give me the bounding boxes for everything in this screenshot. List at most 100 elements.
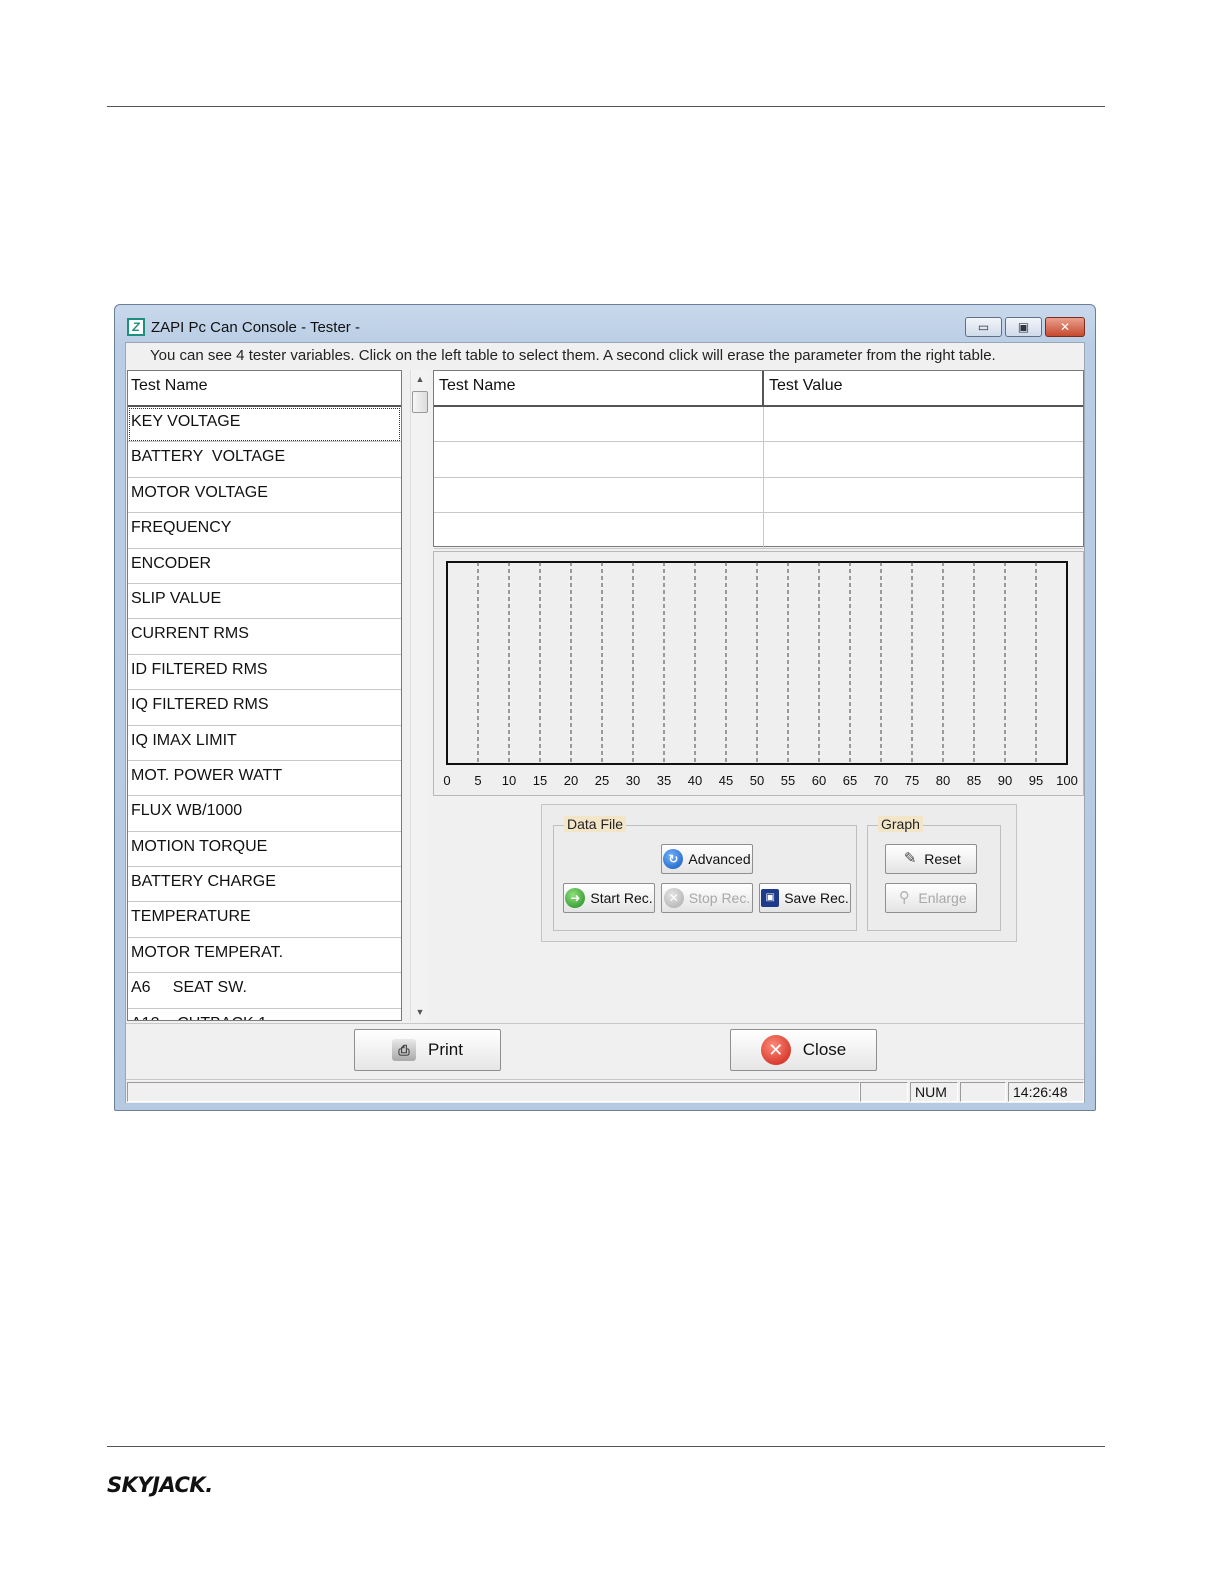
eraser-icon: ✎ bbox=[903, 850, 917, 867]
x-tick-label: 20 bbox=[564, 773, 578, 788]
title-bar[interactable]: Z ZAPI Pc Can Console - Tester - ▭ ▣ ✕ bbox=[115, 305, 1095, 345]
x-tick-label: 65 bbox=[843, 773, 857, 788]
list-item[interactable]: ENCODER bbox=[128, 549, 401, 584]
data-file-legend: Data File bbox=[564, 816, 627, 832]
close-button[interactable]: ✕ Close bbox=[730, 1029, 877, 1071]
list-item[interactable]: IQ FILTERED RMS bbox=[128, 690, 401, 726]
list-item[interactable]: MOTION TORQUE bbox=[128, 832, 401, 868]
refresh-icon: ↻ bbox=[663, 849, 684, 869]
x-tick-label: 25 bbox=[595, 773, 609, 788]
zapi-app-icon: Z bbox=[127, 318, 145, 336]
selected-variables-table[interactable]: Test Name Test Value bbox=[433, 370, 1084, 549]
print-button[interactable]: ⎙ Print bbox=[354, 1029, 501, 1071]
x-tick-label: 35 bbox=[657, 773, 671, 788]
table-row[interactable] bbox=[434, 477, 1083, 514]
data-file-group: Data File ↻ Advanced ➜ Start Rec. ✕ Stop… bbox=[553, 816, 857, 931]
x-tick-label: 55 bbox=[781, 773, 795, 788]
x-tick-label: 40 bbox=[688, 773, 702, 788]
col-test-name: Test Name bbox=[434, 371, 764, 405]
table-row[interactable] bbox=[434, 513, 1083, 549]
client-area: You can see 4 tester variables. Click on… bbox=[125, 342, 1085, 1103]
tester-graph: 0 5 10 15 20 25 30 35 40 45 50 55 60 65 70 75 80 85 90 95 10… bbox=[443, 561, 1078, 788]
list-item[interactable]: ID FILTERED RMS bbox=[128, 655, 401, 691]
x-tick-label: 80 bbox=[936, 773, 950, 788]
table-row[interactable] bbox=[434, 442, 1083, 478]
list-item[interactable]: BATTERY VOLTAGE bbox=[128, 442, 401, 478]
table-row[interactable] bbox=[434, 407, 1083, 443]
x-tick-label: 15 bbox=[533, 773, 547, 788]
enlarge-button[interactable]: ⚲ Enlarge bbox=[885, 883, 977, 913]
stop-x-icon: ✕ bbox=[663, 888, 684, 908]
list-item[interactable]: A12 CUTBACK 1 bbox=[128, 1009, 401, 1020]
left-table-rows: KEY VOLTAGE BATTERY VOLTAGE MOTOR VOLTAGE F… bbox=[128, 407, 401, 1020]
x-tick-label: 85 bbox=[967, 773, 981, 788]
advanced-label: Advanced bbox=[688, 851, 751, 867]
cell-test-name bbox=[434, 513, 764, 548]
scroll-down-arrow-icon[interactable]: ▼ bbox=[411, 1003, 429, 1021]
left-table-scrollbar[interactable]: ▲ ▼ bbox=[410, 370, 428, 1021]
x-tick-label: 100 bbox=[1056, 773, 1078, 788]
x-tick-label: 5 bbox=[474, 773, 481, 788]
status-num: NUM bbox=[910, 1082, 958, 1102]
header-rule bbox=[107, 106, 1105, 107]
x-tick-label: 45 bbox=[719, 773, 733, 788]
list-item[interactable]: BATTERY CHARGE bbox=[128, 867, 401, 903]
window-title: ZAPI Pc Can Console - Tester - bbox=[151, 319, 360, 336]
stop-rec-label: Stop Rec. bbox=[688, 890, 751, 906]
list-item[interactable]: TEMPERATURE bbox=[128, 902, 401, 938]
start-rec-label: Start Rec. bbox=[590, 890, 653, 906]
status-cell-caps bbox=[860, 1082, 908, 1102]
status-clock: 14:26:48 bbox=[1008, 1082, 1084, 1102]
scroll-thumb[interactable] bbox=[412, 391, 428, 413]
list-item[interactable]: SLIP VALUE bbox=[128, 584, 401, 620]
window-close-button[interactable]: ✕ bbox=[1045, 317, 1085, 337]
print-label: Print bbox=[428, 1040, 463, 1059]
col-test-value: Test Value bbox=[769, 377, 843, 394]
floppy-disk-icon: ▣ bbox=[761, 889, 780, 907]
graph-panel: 0 5 10 15 20 25 30 35 40 45 50 55 60 65 70 75 80 85 90 95 10… bbox=[433, 551, 1084, 796]
list-item[interactable]: MOTOR VOLTAGE bbox=[128, 478, 401, 514]
x-tick-label: 70 bbox=[874, 773, 888, 788]
reset-button[interactable]: ✎ Reset bbox=[885, 844, 977, 874]
test-variable-list[interactable]: Test Name KEY VOLTAGE BATTERY VOLTAGE MOTO… bbox=[127, 370, 402, 1021]
x-tick-label: 30 bbox=[626, 773, 640, 788]
status-bar: NUM 14:26:48 bbox=[126, 1079, 1084, 1103]
enlarge-label: Enlarge bbox=[918, 890, 967, 906]
list-item[interactable]: A6 SEAT SW. bbox=[128, 973, 401, 1009]
list-item[interactable]: FLUX WB/1000 bbox=[128, 796, 401, 832]
close-label: Close bbox=[802, 1040, 847, 1059]
graph-legend: Graph bbox=[878, 816, 923, 832]
status-message bbox=[127, 1082, 860, 1102]
list-item[interactable]: KEY VOLTAGE bbox=[128, 407, 401, 443]
x-tick-label: 0 bbox=[443, 773, 450, 788]
maximize-button[interactable]: ▣ bbox=[1005, 317, 1042, 337]
x-tick-label: 10 bbox=[502, 773, 516, 788]
cell-test-name bbox=[434, 407, 764, 442]
list-item[interactable]: MOT. POWER WATT bbox=[128, 761, 401, 797]
graph-group: Graph ✎ Reset ⚲ Enlarge bbox=[867, 816, 1001, 931]
cell-test-name bbox=[434, 477, 764, 513]
list-item[interactable]: CURRENT RMS bbox=[128, 619, 401, 655]
footer-rule bbox=[107, 1446, 1105, 1447]
control-panel: Data File ↻ Advanced ➜ Start Rec. ✕ Stop… bbox=[541, 804, 1017, 942]
status-cell-scroll bbox=[960, 1082, 1006, 1102]
right-table-header: Test Name Test Value bbox=[434, 371, 1083, 407]
cell-test-name bbox=[434, 442, 764, 477]
scroll-up-arrow-icon[interactable]: ▲ bbox=[411, 370, 429, 388]
minimize-button[interactable]: ▭ bbox=[965, 317, 1002, 337]
start-rec-button[interactable]: ➜ Start Rec. bbox=[563, 883, 655, 913]
list-item[interactable]: MOTOR TEMPERAT. bbox=[128, 938, 401, 974]
printer-icon: ⎙ bbox=[392, 1039, 417, 1061]
reset-label: Reset bbox=[924, 851, 961, 867]
list-item[interactable]: IQ IMAX LIMIT bbox=[128, 726, 401, 761]
list-item[interactable]: FREQUENCY bbox=[128, 513, 401, 549]
bottom-divider bbox=[126, 1023, 1084, 1024]
stop-rec-button[interactable]: ✕ Stop Rec. bbox=[661, 883, 753, 913]
tester-window: Z ZAPI Pc Can Console - Tester - ▭ ▣ ✕ Y… bbox=[114, 304, 1096, 1111]
close-x-icon: ✕ bbox=[760, 1035, 791, 1065]
save-rec-button[interactable]: ▣ Save Rec. bbox=[759, 883, 851, 913]
advanced-button[interactable]: ↻ Advanced bbox=[661, 844, 753, 874]
x-tick-label: 90 bbox=[998, 773, 1012, 788]
play-arrow-icon: ➜ bbox=[565, 888, 586, 908]
instruction-text: You can see 4 tester variables. Click on… bbox=[150, 347, 996, 364]
